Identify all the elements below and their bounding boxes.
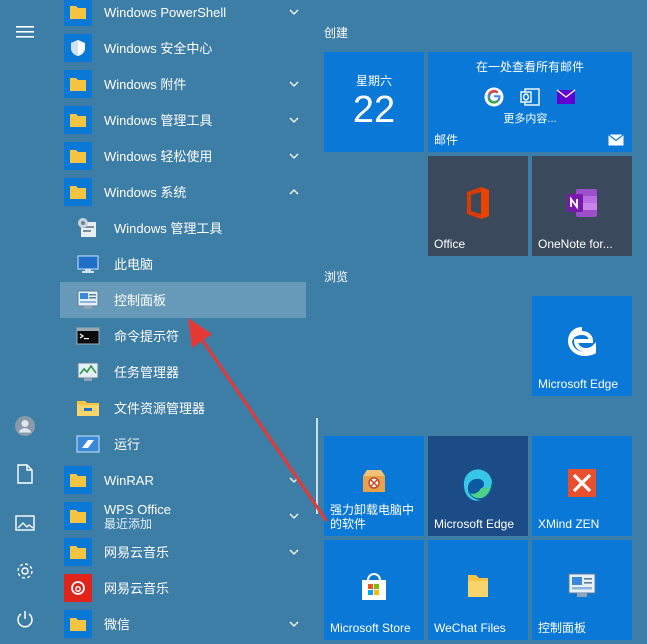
red-annotation-arrow [188, 318, 328, 522]
